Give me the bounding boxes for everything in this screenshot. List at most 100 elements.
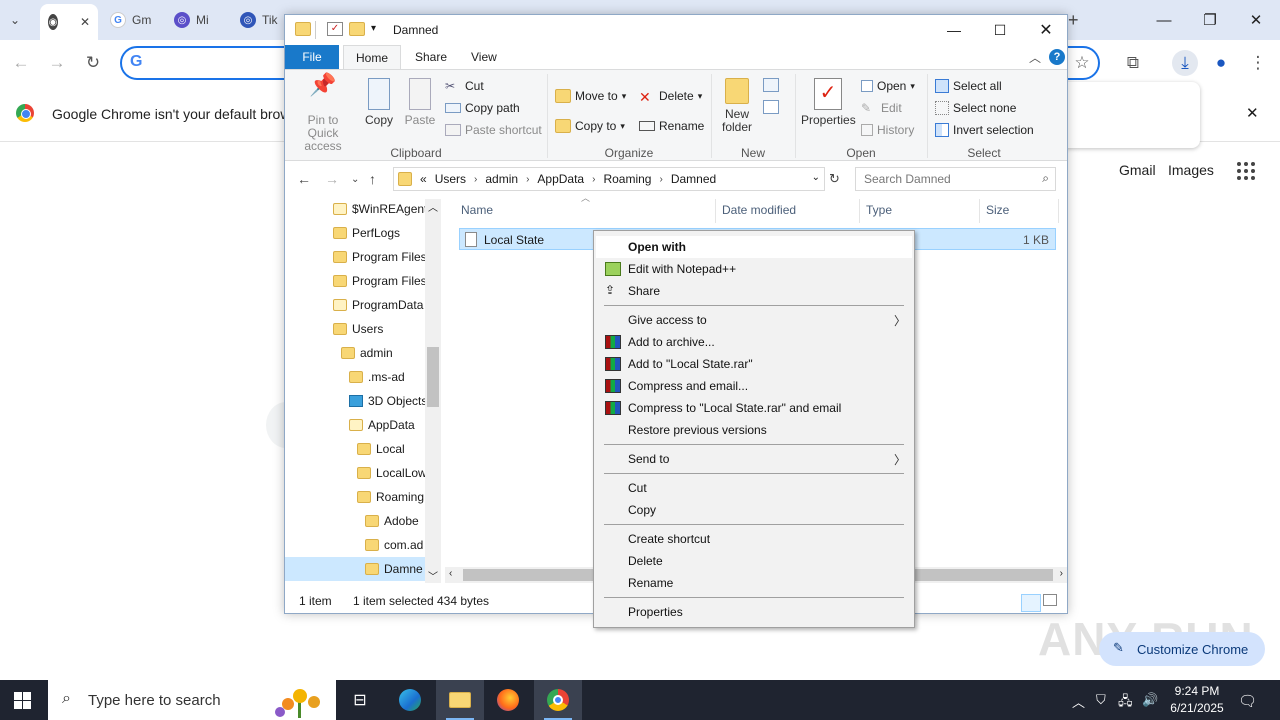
security-icon[interactable]: ⛉ [1096, 692, 1106, 708]
nav-item[interactable]: Roaming [357, 485, 424, 509]
network-icon[interactable]: 🖧 [1118, 692, 1133, 714]
profile-icon[interactable]: ● [1208, 50, 1234, 76]
select-none-button[interactable]: Select none [935, 98, 1016, 118]
delete-button[interactable]: ✕ Delete ▾ [639, 86, 702, 106]
details-view-icon[interactable] [1021, 594, 1041, 612]
nav-item[interactable]: LocalLow [357, 461, 427, 485]
clock[interactable]: 9:24 PM 6/21/2025 [1160, 683, 1234, 717]
scroll-left-icon[interactable]: ‹ [449, 568, 452, 579]
download-icon[interactable]: ⤓ [1172, 50, 1198, 76]
close-window-button[interactable]: ✕ [1023, 15, 1069, 45]
breadcrumb-damned[interactable]: Damned [671, 172, 716, 186]
tab-search-button[interactable]: ⌄ [10, 6, 20, 34]
menu-item-compress-rar-email[interactable]: Compress to "Local State.rar" and email [596, 397, 912, 419]
tab-site[interactable]: ◎ Mi [174, 6, 209, 34]
volume-icon[interactable]: 🔊 [1142, 692, 1158, 708]
menu-item-restore-versions[interactable]: Restore previous versions [596, 419, 912, 441]
nav-item[interactable]: 3D Objects [349, 389, 427, 413]
maximize-button[interactable]: ☐ [977, 15, 1023, 45]
help-icon[interactable]: ? [1049, 49, 1065, 65]
menu-item-create-shortcut[interactable]: Create shortcut [596, 528, 912, 550]
collapse-ribbon-icon[interactable]: ︿ [1029, 49, 1041, 66]
breadcrumb-users[interactable]: Users [435, 172, 466, 186]
taskbar-search-box[interactable]: ⌕ Type here to search [48, 680, 336, 720]
column-date-modified[interactable]: Date modified [722, 203, 796, 217]
invert-selection-button[interactable]: Invert selection [935, 120, 1034, 140]
search-input[interactable]: Search Damned ⌕ [855, 167, 1056, 191]
nav-item[interactable]: Users [333, 317, 383, 341]
menu-item-cut[interactable]: Cut [596, 477, 912, 499]
chrome-taskbar-icon[interactable] [534, 680, 582, 720]
tab-active[interactable]: ◉ ✕ [40, 4, 98, 40]
nav-item[interactable]: admin [341, 341, 393, 365]
nav-item[interactable]: .ms-ad [349, 365, 405, 389]
select-all-button[interactable]: Select all [935, 76, 1002, 96]
tab-gmail[interactable]: G Gm [110, 6, 151, 34]
menu-item-rename[interactable]: Rename [596, 572, 912, 594]
column-name[interactable]: Name [461, 203, 493, 217]
tab-home[interactable]: Home [343, 45, 402, 69]
pin-quick-access-button[interactable]: 📌 Pin to Quick access [291, 74, 355, 153]
nav-item[interactable]: Program Files [333, 269, 427, 293]
edit-button[interactable]: ✎ Edit [861, 98, 902, 118]
edge-icon[interactable] [386, 680, 434, 720]
nav-item[interactable]: ProgramData [333, 293, 423, 317]
new-tab-button[interactable]: + [1068, 6, 1079, 34]
refresh-icon[interactable]: ↻ [829, 171, 840, 187]
windows-start-icon[interactable] [14, 692, 31, 709]
menu-item-compress-email[interactable]: Compress and email... [596, 375, 912, 397]
show-hidden-icons-icon[interactable]: ︿ [1072, 692, 1085, 711]
menu-item-share[interactable]: ⇪ Share [596, 280, 912, 302]
properties-button[interactable]: ✓ Properties [801, 78, 856, 127]
move-to-button[interactable]: Move to ▾ [555, 86, 626, 106]
history-button[interactable]: History [861, 120, 914, 140]
gmail-link[interactable]: Gmail [1119, 162, 1156, 178]
menu-item-open-with[interactable]: Open with [596, 236, 912, 258]
column-type[interactable]: Type [866, 203, 892, 217]
menu-item-give-access[interactable]: Give access to 〉 [596, 309, 912, 331]
menu-item-properties[interactable]: Properties [596, 601, 912, 623]
task-view-icon[interactable]: ⊟ [336, 680, 384, 720]
menu-item-send-to[interactable]: Send to 〉 [596, 448, 912, 470]
address-dropdown-icon[interactable]: ⌄ [812, 172, 820, 183]
nav-item-selected[interactable]: Damne [285, 557, 425, 581]
new-item-icon[interactable] [763, 78, 779, 92]
cut-button[interactable]: ✂ Cut [445, 76, 484, 96]
scroll-up-icon[interactable]: ︿ [428, 199, 438, 214]
forward-arrow-icon[interactable]: → [325, 171, 339, 187]
close-icon[interactable]: ✕ [80, 15, 90, 29]
recent-locations-icon[interactable]: ⌄ [351, 174, 359, 185]
back-arrow-icon[interactable]: ← [297, 171, 311, 187]
nav-item[interactable]: PerfLogs [333, 221, 400, 245]
menu-icon[interactable]: ⋮ [1245, 50, 1271, 76]
restore-button[interactable]: ❐ [1187, 0, 1233, 40]
images-link[interactable]: Images [1168, 162, 1214, 178]
properties-quick-icon[interactable]: ✓ [327, 22, 343, 36]
copy-to-button[interactable]: Copy to ▾ [555, 116, 625, 136]
menu-item-copy[interactable]: Copy [596, 499, 912, 521]
apps-grid-icon[interactable] [1237, 162, 1255, 180]
extensions-icon[interactable]: ⧉ [1120, 50, 1146, 76]
rename-button[interactable]: Rename [639, 116, 704, 136]
back-button[interactable]: ← [8, 50, 34, 76]
customize-chrome-button[interactable]: ✎ Customize Chrome [1099, 632, 1265, 666]
copy-button[interactable]: Copy [361, 78, 397, 127]
reload-button[interactable]: ↻ [80, 50, 106, 76]
large-icons-view-icon[interactable] [1043, 594, 1057, 606]
menu-item-add-archive[interactable]: Add to archive... [596, 331, 912, 353]
address-breadcrumb[interactable]: « Users › admin › AppData › Roaming › Da… [393, 167, 825, 191]
firefox-icon[interactable] [484, 680, 532, 720]
close-icon[interactable]: ✕ [1246, 104, 1259, 122]
nav-item[interactable]: Adobe [365, 509, 419, 533]
bookmark-star-icon[interactable]: ☆ [1069, 50, 1095, 76]
scroll-thumb[interactable] [427, 347, 439, 407]
breadcrumb-overflow[interactable]: « [420, 172, 427, 186]
minimize-button[interactable]: — [1141, 0, 1187, 40]
nav-item[interactable]: Local [357, 437, 405, 461]
scroll-down-icon[interactable]: ﹀ [428, 568, 438, 583]
nav-item[interactable]: $WinREAgent [333, 197, 427, 221]
close-window-button[interactable]: ✕ [1233, 0, 1279, 40]
breadcrumb-admin[interactable]: admin [485, 172, 518, 186]
file-explorer-taskbar-icon[interactable] [436, 680, 484, 720]
nav-item[interactable]: AppData [349, 413, 415, 437]
